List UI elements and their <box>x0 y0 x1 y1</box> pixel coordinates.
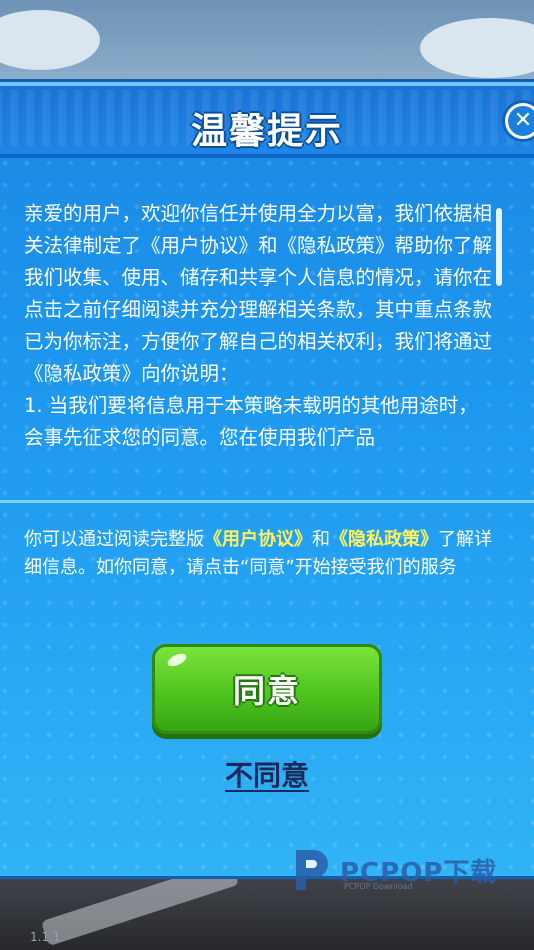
watermark-logo-icon <box>296 850 328 890</box>
dialog-header: 温馨提示 ✕ <box>0 86 534 154</box>
close-icon: ✕ <box>508 106 534 136</box>
version-label: 1.1.1. <box>30 930 65 944</box>
disagree-button[interactable]: 不同意 <box>0 754 534 794</box>
section-divider <box>0 500 534 503</box>
agreement-notice: 你可以通过阅读完整版《用户协议》和《隐私政策》了解详细信息。如你同意，请点击“同… <box>24 526 504 582</box>
agree-label: 同意 <box>232 672 301 710</box>
scrollbar-thumb[interactable] <box>496 208 502 286</box>
watermark: PCPOP下载 PCPOP Download <box>290 846 520 896</box>
background-sky <box>0 0 534 90</box>
agree-button[interactable]: 同意 <box>152 644 382 734</box>
header-divider <box>0 154 534 158</box>
cloud <box>420 18 534 78</box>
privacy-policy-link[interactable]: 《隐私政策》 <box>330 529 438 550</box>
button-shine <box>165 651 189 669</box>
notice-and: 和 <box>312 529 330 550</box>
policy-paragraph: 亲爱的用户，欢迎你信任并使用全力以富，我们依据相关法律制定了《用户协议》和《隐私… <box>24 202 493 385</box>
policy-text-scroll-area[interactable]: 亲爱的用户，欢迎你信任并使用全力以富，我们依据相关法律制定了《用户协议》和《隐私… <box>24 198 496 463</box>
watermark-subtitle: PCPOP Download <box>344 882 413 891</box>
dialog-title: 温馨提示 <box>190 111 343 152</box>
user-agreement-link[interactable]: 《用户协议》 <box>204 529 312 550</box>
cloud <box>0 10 100 70</box>
privacy-dialog: 温馨提示 ✕ 亲爱的用户，欢迎你信任并使用全力以富，我们依据相关法律制定了《用户… <box>0 82 534 876</box>
policy-paragraph: 1. 当我们要将信息用于本策略未载明的其他用途时，会事先征求您的同意。您在使用我… <box>24 394 478 449</box>
notice-prefix: 你可以通过阅读完整版 <box>24 529 204 550</box>
